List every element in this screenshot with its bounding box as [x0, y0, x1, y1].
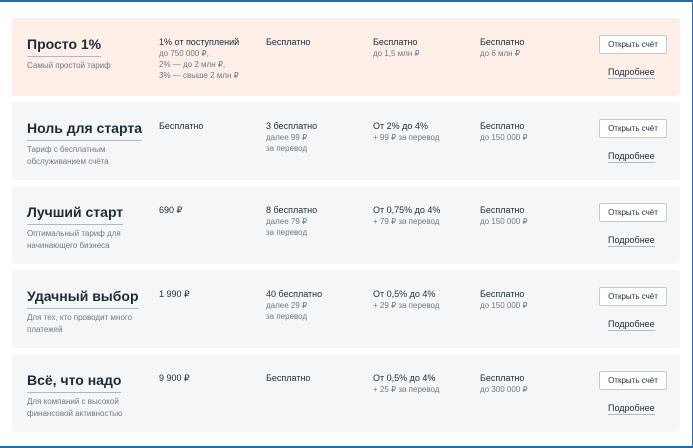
- tariff-card-prosto: Просто 1% Самый простой тариф 1% от пост…: [12, 18, 680, 96]
- service-cost-note: до 750 000 ₽,: [159, 49, 209, 58]
- transfers-note: + 99 ₽ за перевод: [373, 133, 440, 142]
- service-cost-value: 9 900 ₽: [159, 373, 190, 383]
- tariff-service-cost: 1 990 ₽: [159, 288, 259, 300]
- tariff-payments: 8 бесплатно далее 79 ₽ за перевод: [266, 204, 366, 238]
- tariff-transfers: От 2% до 4% + 99 ₽ за перевод: [373, 120, 473, 143]
- details-link[interactable]: Подробнее: [608, 319, 655, 331]
- service-cost-note: 3% — свыше 2 млн ₽: [159, 71, 239, 80]
- payments-value: Бесплатно: [266, 37, 311, 47]
- cash-note: до 300 000 ₽: [480, 385, 528, 394]
- transfers-value: От 0,75% до 4%: [373, 205, 441, 215]
- tariff-service-cost: 1% от поступлений до 750 000 ₽, 2% — до …: [159, 36, 259, 81]
- tariff-service-cost: Бесплатно: [159, 120, 259, 132]
- service-cost-value: Бесплатно: [159, 121, 204, 131]
- tariff-transfers: От 0,5% до 4% + 29 ₽ за перевод: [373, 288, 473, 311]
- tariff-description: Оптимальный тариф для начинающего бизнес…: [27, 229, 121, 250]
- details-link[interactable]: Подробнее: [608, 151, 655, 163]
- cash-note: до 150 000 ₽: [480, 301, 528, 310]
- tariff-cash: Бесплатно до 150 000 ₽: [480, 120, 580, 143]
- tariff-description: Самый простой тариф: [27, 61, 111, 70]
- cash-value: Бесплатно: [480, 37, 525, 47]
- transfers-value: От 0,5% до 4%: [373, 289, 436, 299]
- tariff-transfers: От 0,5% до 4% + 25 ₽ за перевод: [373, 372, 473, 395]
- tariff-card-luchshiy: Лучший старт Оптимальный тариф для начин…: [12, 186, 680, 264]
- transfers-note: + 29 ₽ за перевод: [373, 301, 440, 310]
- tariff-card-udachnyy: Удачный выбор Для тех, кто проводит мног…: [12, 270, 680, 348]
- tariff-transfers: Бесплатно до 1,5 млн ₽: [373, 36, 473, 59]
- tariff-cash: Бесплатно до 150 000 ₽: [480, 288, 580, 311]
- cash-note: до 150 000 ₽: [480, 217, 528, 226]
- open-account-button[interactable]: Открыть счёт: [599, 119, 667, 138]
- tariff-card-nol: Ноль для старта Тариф с бесплатным обслу…: [12, 102, 680, 180]
- transfers-note: + 79 ₽ за перевод: [373, 217, 440, 226]
- tariff-service-cost: 690 ₽: [159, 204, 259, 216]
- cash-value: Бесплатно: [480, 373, 525, 383]
- service-cost-value: 1% от поступлений: [159, 37, 240, 47]
- top-accent-line: [0, 0, 693, 2]
- tariff-name: Лучший старт: [27, 204, 124, 225]
- tariff-payments: 40 бесплатно далее 29 ₽ за перевод: [266, 288, 366, 322]
- payments-note: далее 79 ₽: [266, 217, 308, 226]
- tariff-description: Для компаний с высокой финансовой активн…: [27, 397, 123, 418]
- payments-value: 3 бесплатно: [266, 121, 318, 131]
- open-account-button[interactable]: Открыть счёт: [599, 287, 667, 306]
- payments-note: далее 99 ₽: [266, 133, 308, 142]
- cash-note: до 150 000 ₽: [480, 133, 528, 142]
- payments-note: за перевод: [266, 312, 308, 321]
- tariff-name: Удачный выбор: [27, 288, 139, 309]
- payments-note: за перевод: [266, 228, 308, 237]
- tariff-payments: 3 бесплатно далее 99 ₽ за перевод: [266, 120, 366, 154]
- cash-note: до 6 млн ₽: [480, 49, 520, 58]
- tariff-description: Тариф с бесплатным обслуживанием счёта: [27, 145, 109, 166]
- payments-value: 8 бесплатно: [266, 205, 318, 215]
- tariff-name: Ноль для старта: [27, 120, 142, 141]
- open-account-button[interactable]: Открыть счёт: [599, 371, 667, 390]
- payments-note: далее 29 ₽: [266, 301, 308, 310]
- payments-value: 40 бесплатно: [266, 289, 323, 299]
- service-cost-note: 2% — до 2 млн ₽,: [159, 60, 226, 69]
- open-account-button[interactable]: Открыть счёт: [599, 203, 667, 222]
- service-cost-value: 690 ₽: [159, 205, 183, 215]
- details-link[interactable]: Подробнее: [608, 235, 655, 247]
- cash-value: Бесплатно: [480, 289, 525, 299]
- tariff-payments: Бесплатно: [266, 372, 366, 384]
- payments-note: за перевод: [266, 144, 308, 153]
- tariff-name: Просто 1%: [27, 36, 102, 57]
- tariff-name: Всё, что надо: [27, 372, 122, 393]
- transfers-value: От 2% до 4%: [373, 121, 428, 131]
- tariff-description: Для тех, кто проводит много платежей: [27, 313, 133, 334]
- payments-value: Бесплатно: [266, 373, 311, 383]
- cash-value: Бесплатно: [480, 121, 525, 131]
- service-cost-value: 1 990 ₽: [159, 289, 190, 299]
- tariff-cash: Бесплатно до 150 000 ₽: [480, 204, 580, 227]
- details-link[interactable]: Подробнее: [608, 67, 655, 79]
- tariff-cash: Бесплатно до 6 млн ₽: [480, 36, 580, 59]
- transfers-note: до 1,5 млн ₽: [373, 49, 420, 58]
- tariff-payments: Бесплатно: [266, 36, 366, 48]
- transfers-value: От 0,5% до 4%: [373, 373, 436, 383]
- tariff-card-vsyo: Всё, что надо Для компаний с высокой фин…: [12, 354, 680, 432]
- cash-value: Бесплатно: [480, 205, 525, 215]
- transfers-value: Бесплатно: [373, 37, 418, 47]
- tariff-cash: Бесплатно до 300 000 ₽: [480, 372, 580, 395]
- tariff-list: Просто 1% Самый простой тариф 1% от пост…: [12, 18, 680, 438]
- tariff-transfers: От 0,75% до 4% + 79 ₽ за перевод: [373, 204, 473, 227]
- transfers-note: + 25 ₽ за перевод: [373, 385, 440, 394]
- details-link[interactable]: Подробнее: [608, 403, 655, 415]
- tariff-service-cost: 9 900 ₽: [159, 372, 259, 384]
- open-account-button[interactable]: Открыть счёт: [599, 35, 667, 54]
